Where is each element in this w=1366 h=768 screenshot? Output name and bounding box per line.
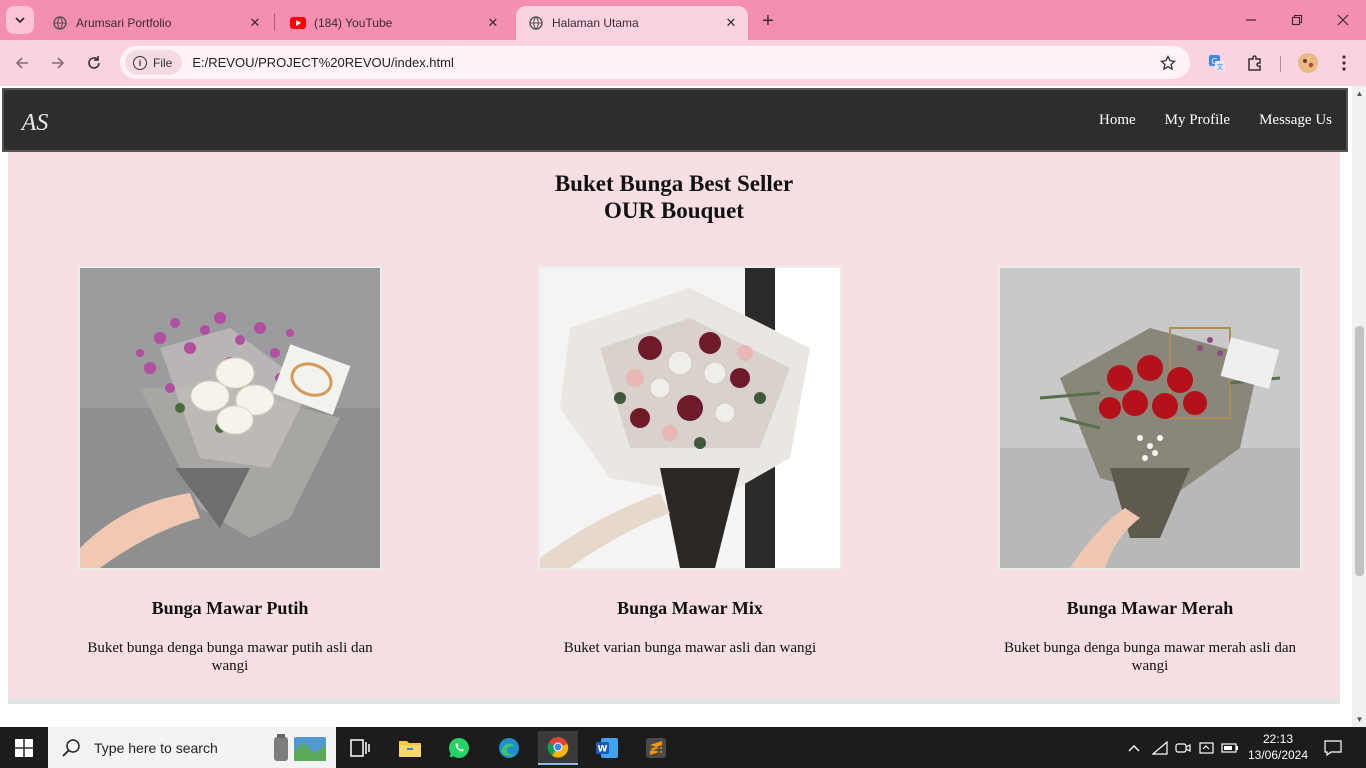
- white-rose-bouquet-image: [78, 266, 382, 570]
- task-view-icon[interactable]: [340, 731, 380, 765]
- tab-halaman-utama[interactable]: Halaman Utama ✕: [516, 6, 748, 40]
- nav-my-profile-link[interactable]: My Profile: [1165, 112, 1230, 129]
- bouquet-section: Buket Bunga Best Seller OUR Bouquet Bung…: [8, 152, 1340, 698]
- extensions-puzzle-icon[interactable]: [1243, 51, 1267, 75]
- tab-title: Arumsari Portfolio: [76, 16, 172, 30]
- browser-menu-icon[interactable]: [1332, 51, 1356, 75]
- edge-browser-icon[interactable]: [489, 731, 529, 765]
- close-window-button[interactable]: [1320, 0, 1366, 40]
- clock-time: 22:13: [1262, 732, 1294, 746]
- tab-divider: [274, 13, 275, 31]
- meet-now-icon[interactable]: [1173, 727, 1193, 768]
- battery-icon[interactable]: [1220, 727, 1240, 768]
- minimize-button[interactable]: [1228, 0, 1274, 40]
- search-highlight-icon: [274, 733, 326, 761]
- arrow-right-icon: [52, 57, 65, 69]
- svg-text:W: W: [598, 745, 608, 755]
- search-placeholder: Type here to search: [94, 739, 218, 756]
- site-info-chip[interactable]: i File: [125, 50, 183, 75]
- close-icon: [1337, 14, 1349, 26]
- toolbar-divider: [1280, 56, 1281, 72]
- url-text[interactable]: E:/REVOU/PROJECT%20REVOU/index.html: [192, 55, 1156, 70]
- scroll-up-icon[interactable]: ▲: [1355, 89, 1364, 98]
- product-name: Bunga Mawar Merah: [1066, 598, 1234, 618]
- close-icon[interactable]: ✕: [722, 14, 740, 32]
- forward-button[interactable]: [44, 49, 72, 77]
- word-icon[interactable]: W: [587, 731, 627, 765]
- product-description: Buket varian bunga mawar asli dan wangi: [563, 640, 817, 656]
- info-icon: i: [133, 55, 147, 70]
- profile-avatar-icon[interactable]: [1296, 51, 1320, 75]
- restore-icon: [1291, 14, 1303, 26]
- svg-text:文: 文: [1217, 62, 1224, 71]
- globe-icon: [52, 15, 68, 31]
- windows-logo-icon: [15, 738, 33, 757]
- search-icon: [62, 738, 80, 757]
- network-icon[interactable]: [1150, 727, 1170, 768]
- site-logo[interactable]: AS: [18, 104, 52, 138]
- product-description: Buket bunga denga bunga mawar merah asli…: [1004, 640, 1296, 674]
- notification-center-icon[interactable]: [1318, 727, 1348, 768]
- product-name: Bunga Mawar Mix: [617, 598, 763, 618]
- page-viewport: AS Home My Profile Message Us Buket Bung…: [0, 86, 1352, 727]
- address-bar[interactable]: i File E:/REVOU/PROJECT%20REVOU/index.ht…: [120, 46, 1190, 79]
- browser-tabstrip: Arumsari Portfolio ✕ (184) YouTube ✕ Hal…: [0, 0, 1366, 40]
- reload-button[interactable]: [80, 49, 108, 77]
- svg-text:AS: AS: [20, 110, 49, 136]
- scrollbar-thumb[interactable]: [1355, 326, 1364, 576]
- minimize-icon: [1246, 19, 1256, 21]
- chevron-down-icon: [15, 17, 25, 24]
- red-rose-bouquet-image: [998, 266, 1302, 570]
- page-scrollbar[interactable]: ▲ ▼: [1352, 86, 1366, 727]
- back-button[interactable]: [8, 49, 36, 77]
- mixed-rose-bouquet-image: [538, 266, 842, 570]
- tray-chevron-up-icon[interactable]: [1124, 727, 1144, 768]
- nav-home-link[interactable]: Home: [1099, 112, 1136, 129]
- product-card: Bunga Mawar Mix Buket varian bunga mawar…: [470, 266, 910, 657]
- bookmark-star-icon[interactable]: [1156, 51, 1180, 75]
- section-title-line2: OUR Bouquet: [604, 198, 744, 223]
- taskbar-search-box[interactable]: Type here to search: [48, 727, 336, 768]
- product-card: Bunga Mawar Putih Buket bunga denga bung…: [10, 266, 450, 675]
- restore-button[interactable]: [1274, 0, 1320, 40]
- whatsapp-icon[interactable]: [439, 731, 479, 765]
- start-button[interactable]: [0, 727, 48, 768]
- translate-extension-icon[interactable]: G文: [1205, 51, 1229, 75]
- section-title: Buket Bunga Best Seller OUR Bouquet: [8, 170, 1340, 224]
- section-title-line1: Buket Bunga Best Seller: [554, 171, 794, 196]
- tab-title: (184) YouTube: [314, 16, 393, 30]
- site-nav-links: Home My Profile Message Us: [1099, 90, 1332, 150]
- scheme-label: File: [153, 55, 173, 70]
- chrome-icon[interactable]: [538, 731, 578, 765]
- product-name: Bunga Mawar Putih: [151, 598, 309, 618]
- close-icon[interactable]: ✕: [484, 14, 502, 32]
- windows-taskbar: Type here to search W 22:13 13/06/2024: [0, 727, 1366, 768]
- globe-icon: [528, 15, 544, 31]
- tab-youtube[interactable]: (184) YouTube ✕: [278, 6, 510, 40]
- product-description: Buket bunga denga bunga mawar putih asli…: [87, 640, 373, 674]
- taskbar-clock[interactable]: 22:13 13/06/2024: [1240, 731, 1316, 763]
- browser-toolbar: i File E:/REVOU/PROJECT%20REVOU/index.ht…: [0, 40, 1366, 86]
- nav-message-us-link[interactable]: Message Us: [1259, 112, 1332, 129]
- close-icon[interactable]: ✕: [246, 14, 264, 32]
- product-card: Bunga Mawar Merah Buket bunga denga bung…: [930, 266, 1352, 675]
- site-navbar: AS Home My Profile Message Us: [2, 88, 1348, 152]
- reload-icon: [88, 56, 100, 69]
- tab-search-button[interactable]: [6, 6, 34, 34]
- sublime-text-icon[interactable]: [636, 731, 676, 765]
- file-explorer-icon[interactable]: [390, 731, 430, 765]
- arrow-left-icon: [15, 57, 28, 69]
- new-tab-button[interactable]: +: [756, 9, 780, 33]
- tab-arumsari-portfolio[interactable]: Arumsari Portfolio ✕: [40, 6, 272, 40]
- clock-date: 13/06/2024: [1247, 748, 1309, 762]
- section-bottom-border: [8, 698, 1340, 704]
- youtube-icon: [290, 15, 306, 31]
- scroll-down-icon[interactable]: ▼: [1355, 715, 1364, 724]
- volume-icon[interactable]: [1197, 727, 1217, 768]
- tab-title: Halaman Utama: [552, 16, 639, 30]
